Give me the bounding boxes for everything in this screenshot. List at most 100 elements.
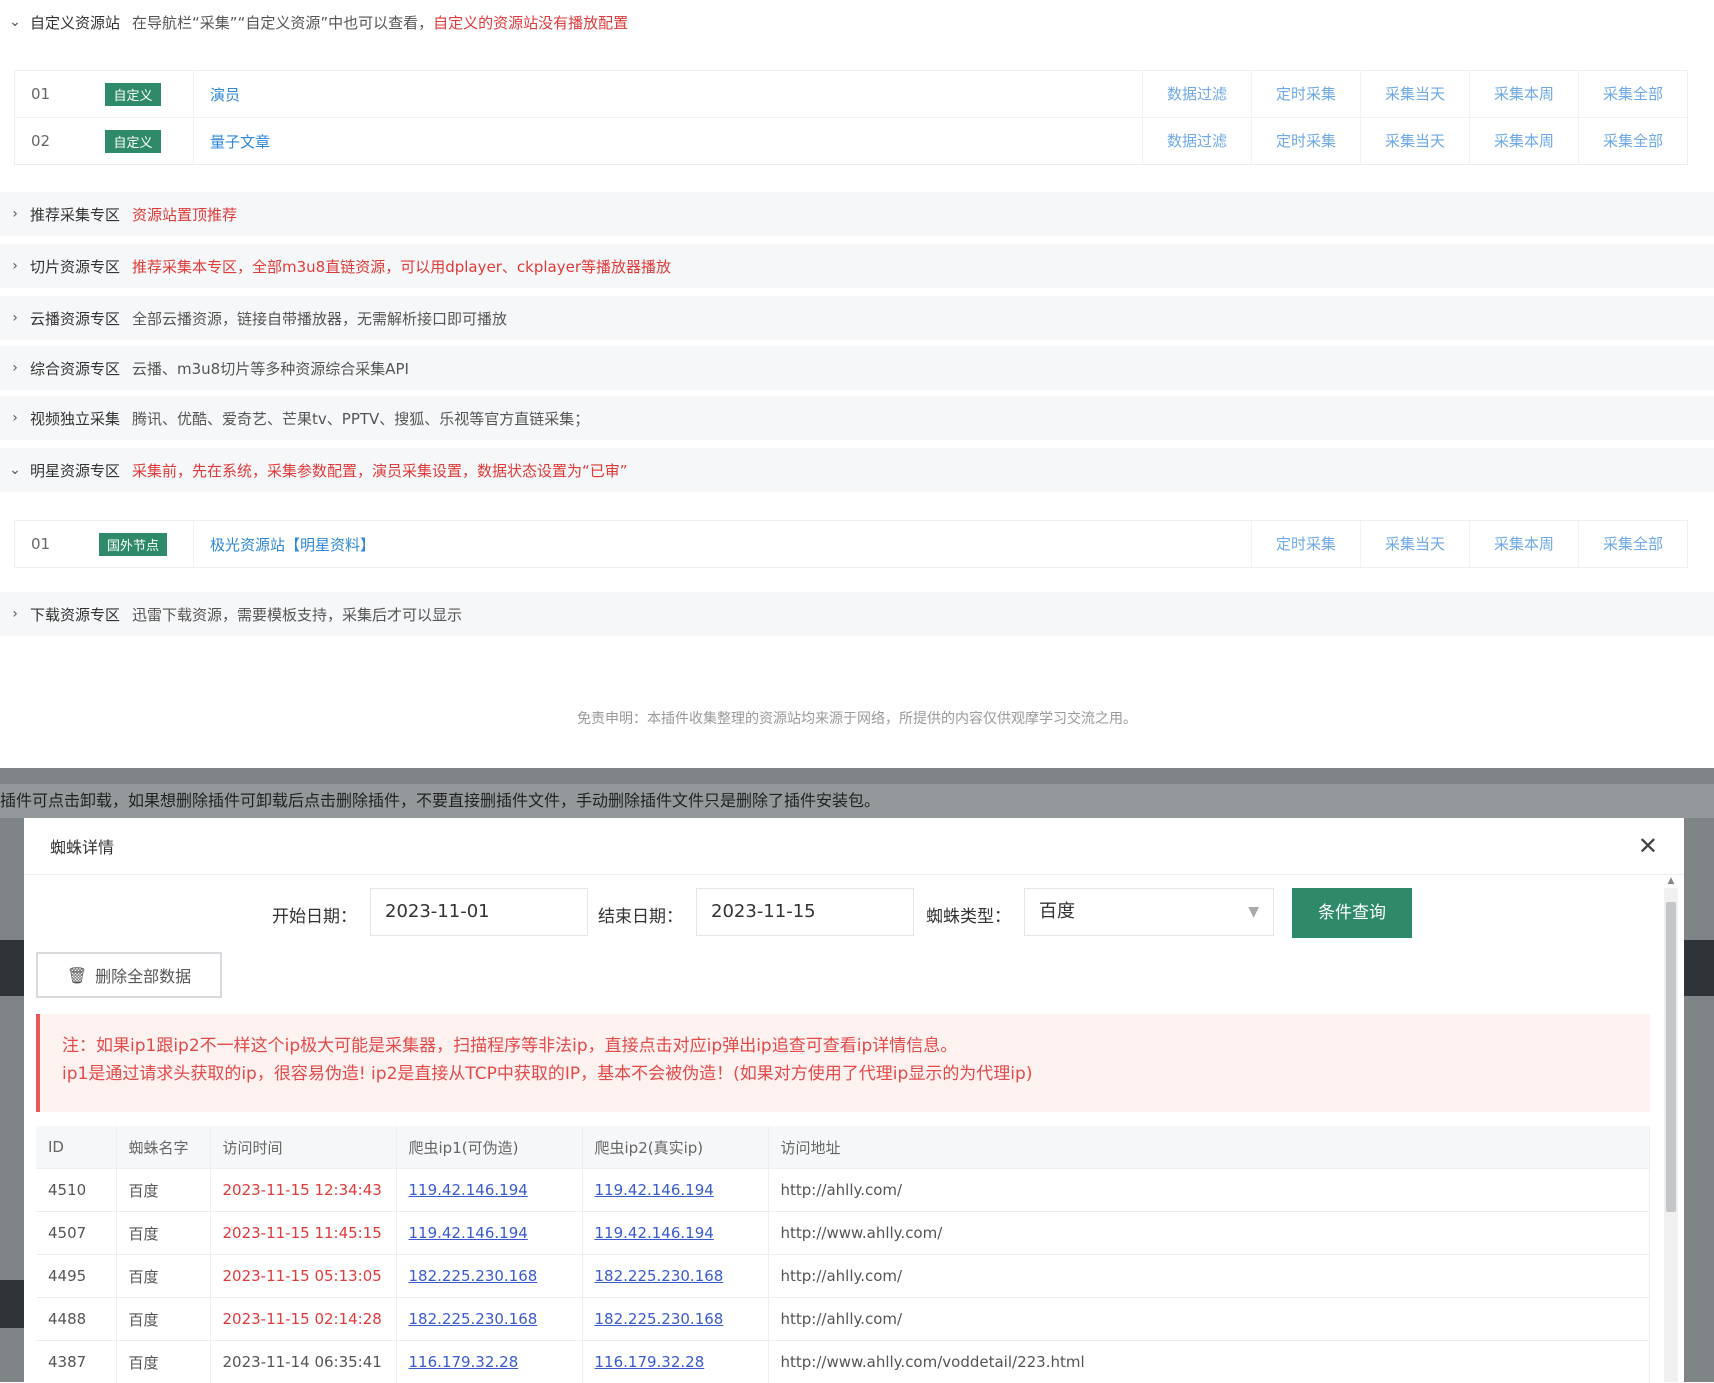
column-header: 访问时间: [210, 1126, 396, 1169]
data-filter-button[interactable]: 数据过滤: [1142, 71, 1251, 117]
cell-id: 4510: [36, 1169, 116, 1212]
section-download-header[interactable]: › 下载资源专区 迅雷下载资源，需要模板支持，采集后才可以显示: [0, 592, 1714, 636]
scroll-up-arrow-icon[interactable]: ▲: [1664, 876, 1678, 888]
cell-spider: 百度: [116, 1341, 210, 1383]
table-header-row: ID 蜘蛛名字 访问时间 爬虫ip1(可伪造) 爬虫ip2(真实ip) 访问地址: [36, 1126, 1650, 1169]
table-row: 01 自定义 演员 数据过滤 定时采集 采集当天 采集本周 采集全部: [15, 71, 1687, 118]
scrollbar-thumb[interactable]: [1666, 902, 1676, 1212]
section-slice-header[interactable]: › 切片资源专区 推荐采集本专区，全部m3u8直链资源，可以用dplayer、c…: [0, 244, 1714, 288]
cell-ip2-link[interactable]: 119.42.146.194: [582, 1212, 768, 1255]
warning-notice: 注：如果ip1跟ip2不一样这个ip极大可能是采集器，扫描程序等非法ip，直接点…: [36, 1014, 1650, 1112]
chevron-right-icon: ›: [0, 206, 30, 222]
section-recommended-header[interactable]: › 推荐采集专区 资源站置顶推荐: [0, 192, 1714, 236]
filter-bar: 开始日期： 2023-11-01 结束日期： 2023-11-15 蜘蛛类型： …: [24, 888, 1684, 940]
cell-url: http://ahlly.com/: [768, 1169, 1650, 1212]
section-star-header[interactable]: ⌄ 明星资源专区 采集前，先在系统，采集参数配置，演员采集设置，数据状态设置为“…: [0, 448, 1714, 492]
section-title: 综合资源专区: [30, 358, 120, 379]
end-date-input[interactable]: 2023-11-15: [696, 888, 914, 936]
section-title: 推荐采集专区: [30, 204, 120, 225]
start-date-input[interactable]: 2023-11-01: [370, 888, 588, 936]
section-title: 视频独立采集: [30, 408, 120, 429]
cell-id: 4495: [36, 1255, 116, 1298]
section-video-header[interactable]: › 视频独立采集 腾讯、优酷、爱奇艺、芒果tv、PPTV、搜狐、乐视等官方直链采…: [0, 396, 1714, 440]
resource-name-link[interactable]: 量子文章: [194, 131, 1142, 152]
chevron-down-icon: ▼: [1248, 889, 1259, 935]
section-desc: 云播、m3u8切片等多种资源综合采集API: [132, 358, 409, 379]
status-badge: 自定义: [105, 83, 160, 106]
spider-type-select[interactable]: 百度 ▼: [1024, 888, 1274, 936]
collect-today-button[interactable]: 采集当天: [1360, 71, 1469, 117]
sidebar-dark-block: [0, 1280, 24, 1328]
cell-id: 4507: [36, 1212, 116, 1255]
cell-ip1-link[interactable]: 119.42.146.194: [396, 1212, 582, 1255]
cell-time: 2023-11-15 11:45:15: [210, 1212, 396, 1255]
section-title: 下载资源专区: [30, 604, 120, 625]
section-cloud-header[interactable]: › 云播资源专区 全部云播资源，链接自带播放器，无需解析接口即可播放: [0, 296, 1714, 340]
disclaimer-text: 免责申明：本插件收集整理的资源站均来源于网络，所提供的内容仅供观摩学习交流之用。: [0, 708, 1714, 728]
collect-today-button[interactable]: 采集当天: [1360, 521, 1469, 567]
cell-spider: 百度: [116, 1255, 210, 1298]
star-resource-table: 01 国外节点 极光资源站【明星资料】 定时采集 采集当天 采集本周 采集全部: [14, 520, 1688, 568]
sidebar-dark-block: [1684, 940, 1714, 996]
delete-all-label: 删除全部数据: [95, 963, 191, 987]
chevron-down-icon: ⌄: [0, 462, 30, 478]
cell-time: 2023-11-14 06:35:41: [210, 1341, 396, 1383]
resource-name-link[interactable]: 极光资源站【明星资料】: [194, 534, 1251, 555]
cell-url: http://www.ahlly.com/: [768, 1212, 1650, 1255]
column-header: 爬虫ip2(真实ip): [582, 1126, 768, 1169]
cell-spider: 百度: [116, 1212, 210, 1255]
chevron-right-icon: ›: [0, 410, 30, 426]
cell-ip1-link[interactable]: 116.179.32.28: [396, 1341, 582, 1383]
collect-all-button[interactable]: 采集全部: [1578, 118, 1687, 164]
cell-id: 4488: [36, 1298, 116, 1341]
status-badge: 国外节点: [99, 533, 167, 556]
row-index: 01: [15, 535, 73, 553]
spider-log-table: ID 蜘蛛名字 访问时间 爬虫ip1(可伪造) 爬虫ip2(真实ip) 访问地址…: [36, 1126, 1650, 1383]
cell-spider: 百度: [116, 1169, 210, 1212]
cell-ip1-link[interactable]: 182.225.230.168: [396, 1298, 582, 1341]
section-title: 明星资源专区: [30, 460, 120, 481]
chevron-down-icon: ⌄: [0, 14, 30, 30]
timed-collect-button[interactable]: 定时采集: [1251, 118, 1360, 164]
cell-ip2-link[interactable]: 182.225.230.168: [582, 1255, 768, 1298]
section-desc: 腾讯、优酷、爱奇艺、芒果tv、PPTV、搜狐、乐视等官方直链采集；: [132, 408, 589, 429]
collect-all-button[interactable]: 采集全部: [1578, 71, 1687, 117]
column-header: 爬虫ip1(可伪造): [396, 1126, 582, 1169]
collect-all-button[interactable]: 采集全部: [1578, 521, 1687, 567]
cell-url: http://ahlly.com/: [768, 1255, 1650, 1298]
cell-spider: 百度: [116, 1298, 210, 1341]
cell-ip1-link[interactable]: 182.225.230.168: [396, 1255, 582, 1298]
warning-line: ip1是通过请求头获取的ip，很容易伪造! ip2是直接从TCP中获取的IP，基…: [62, 1060, 1628, 1088]
collect-today-button[interactable]: 采集当天: [1360, 118, 1469, 164]
cell-ip2-link[interactable]: 182.225.230.168: [582, 1298, 768, 1341]
collect-week-button[interactable]: 采集本周: [1469, 521, 1578, 567]
cell-ip2-link[interactable]: 116.179.32.28: [582, 1341, 768, 1383]
query-button[interactable]: 条件查询: [1292, 888, 1412, 938]
end-date-label: 结束日期：: [598, 902, 683, 927]
timed-collect-button[interactable]: 定时采集: [1251, 71, 1360, 117]
column-header: 访问地址: [768, 1126, 1650, 1169]
plugin-notice: 插件可点击卸载，如果想删除插件可卸载后点击删除插件，不要直接删插件文件，手动删除…: [0, 784, 1714, 818]
section-custom-header[interactable]: ⌄ 自定义资源站 在导航栏“采集”“自定义资源”中也可以查看， 自定义的资源站没…: [0, 0, 1714, 44]
resource-name-link[interactable]: 演员: [194, 84, 1142, 105]
collect-week-button[interactable]: 采集本周: [1469, 71, 1578, 117]
column-header: ID: [36, 1126, 116, 1169]
cell-ip2-link[interactable]: 119.42.146.194: [582, 1169, 768, 1212]
collect-week-button[interactable]: 采集本周: [1469, 118, 1578, 164]
section-mixed-header[interactable]: › 综合资源专区 云播、m3u8切片等多种资源综合采集API: [0, 346, 1714, 390]
spider-type-label: 蜘蛛类型：: [926, 902, 1011, 927]
timed-collect-button[interactable]: 定时采集: [1251, 521, 1360, 567]
delete-all-button[interactable]: 🗑 删除全部数据: [36, 952, 222, 998]
table-row: 01 国外节点 极光资源站【明星资料】 定时采集 采集当天 采集本周 采集全部: [15, 521, 1687, 567]
status-badge: 自定义: [105, 130, 160, 153]
close-icon[interactable]: ✕: [1638, 832, 1658, 860]
table-row: 02 自定义 量子文章 数据过滤 定时采集 采集当天 采集本周 采集全部: [15, 118, 1687, 164]
chevron-right-icon: ›: [0, 606, 30, 622]
section-desc: 采集前，先在系统，采集参数配置，演员采集设置，数据状态设置为“已审”: [132, 460, 628, 481]
cell-time: 2023-11-15 12:34:43: [210, 1169, 396, 1212]
custom-resource-table: 01 自定义 演员 数据过滤 定时采集 采集当天 采集本周 采集全部 02 自定…: [14, 70, 1688, 165]
data-filter-button[interactable]: 数据过滤: [1142, 118, 1251, 164]
cell-ip1-link[interactable]: 119.42.146.194: [396, 1169, 582, 1212]
table-row: 4387 百度 2023-11-14 06:35:41 116.179.32.2…: [36, 1341, 1650, 1383]
row-index: 02: [15, 132, 73, 150]
